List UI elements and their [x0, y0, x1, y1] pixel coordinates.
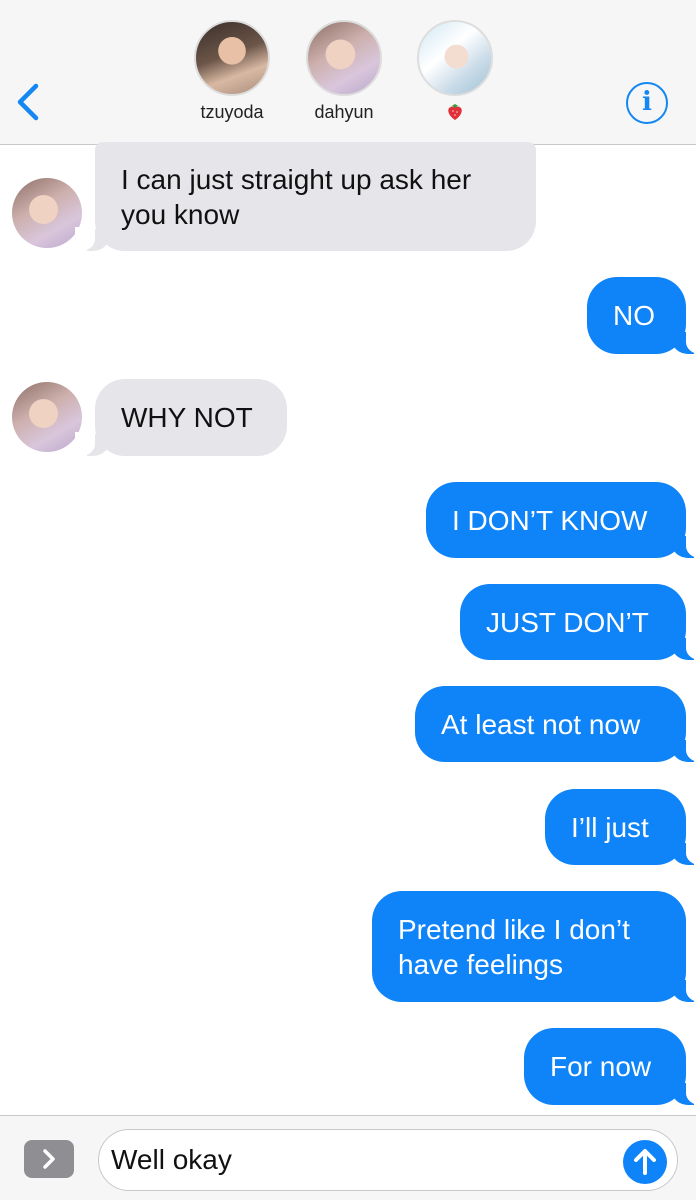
avatar [306, 20, 382, 96]
strawberry-icon [447, 101, 463, 121]
message-bubble-sent: Pretend like I don’t have feelings [372, 891, 696, 1002]
message-text: I can just straight up ask her you know [121, 163, 472, 230]
conversation-header: tzuyoda dahyun i [0, 0, 696, 145]
back-button[interactable] [12, 80, 46, 124]
sender-avatar [12, 382, 82, 452]
message-bubble-sent: For now [524, 1028, 696, 1105]
avatar [194, 20, 270, 96]
message-text: NO [613, 300, 655, 331]
contact-strawberry[interactable] [410, 20, 500, 121]
message-text: At least not now [441, 708, 641, 740]
chevron-right-icon [43, 1149, 55, 1169]
contact-tzuyoda[interactable]: tzuyoda [187, 20, 277, 123]
message-input-value: Well okay [111, 1144, 232, 1175]
contact-name: dahyun [314, 102, 374, 122]
message-text: For now [550, 1051, 652, 1082]
composer-bar: Well okay [0, 1115, 696, 1200]
message-text: JUST DON’T [486, 606, 649, 638]
expand-apps-button[interactable] [24, 1140, 74, 1178]
message-bubble-sent: At least not now [415, 686, 696, 762]
info-icon: i [642, 87, 652, 117]
message-bubble-sent: NO [587, 277, 696, 354]
message-text: I’ll just [571, 811, 649, 843]
message-bubble-received: WHY NOT [75, 379, 287, 456]
message-input[interactable]: Well okay [98, 1129, 678, 1191]
message-text: Pretend like I don’t have feelings [398, 913, 630, 980]
message-bubble-sent: I DON’T KNOW [426, 482, 696, 558]
message-bubble-sent: JUST DON’T [460, 584, 696, 660]
send-button[interactable] [623, 1140, 667, 1184]
contact-dahyun[interactable]: dahyun [299, 20, 389, 123]
arrow-up-icon [634, 1149, 656, 1175]
message-text: I DON’T KNOW [452, 504, 648, 536]
contact-name: tzuyoda [200, 102, 264, 122]
sender-avatar [12, 178, 82, 248]
message-text: WHY NOT [121, 402, 253, 433]
message-bubble-received: I can just straight up ask her you know [75, 142, 536, 251]
chevron-left-icon [17, 83, 39, 121]
message-bubble-sent: I’ll just [545, 789, 696, 865]
avatar [417, 20, 493, 96]
info-button[interactable]: i [626, 82, 668, 124]
